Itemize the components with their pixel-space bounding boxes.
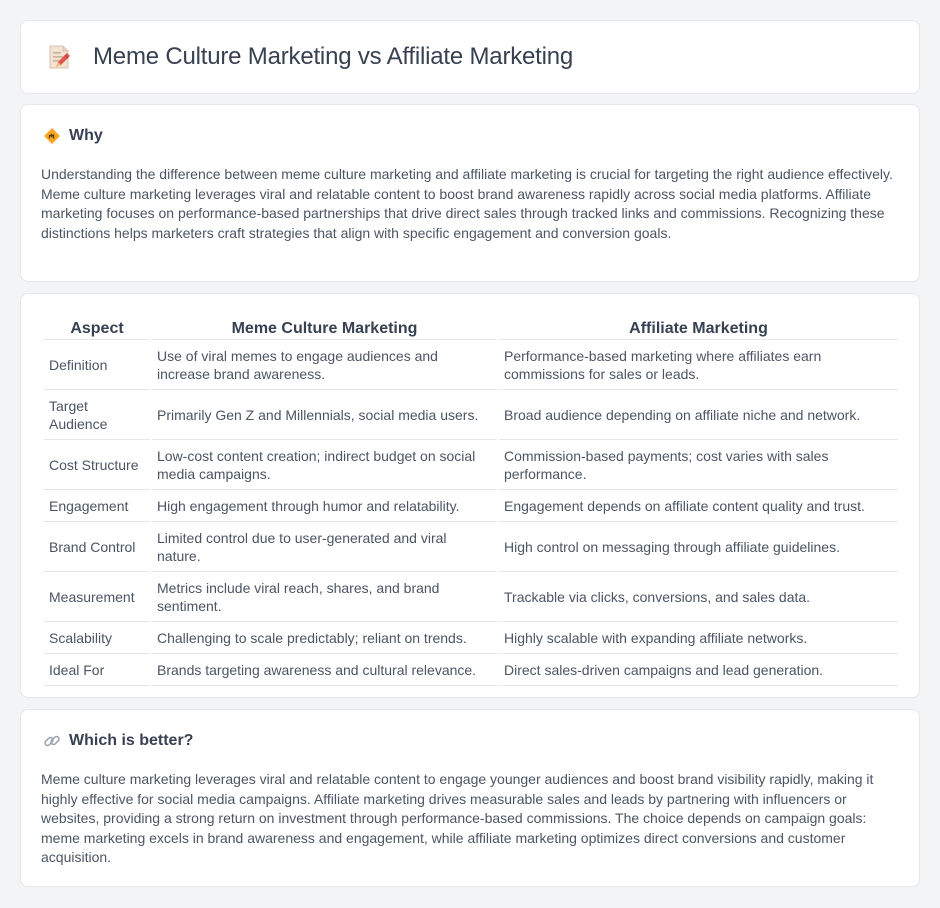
cell-affiliate: Broad audience depending on affiliate ni… [499, 392, 898, 440]
cell-aspect: Engagement [44, 492, 150, 522]
cell-aspect: Target Audience [44, 392, 150, 440]
page-title: Meme Culture Marketing vs Affiliate Mark… [93, 43, 574, 70]
cell-meme: Challenging to scale predictably; relian… [152, 624, 497, 654]
table-row: Target Audience Primarily Gen Z and Mill… [44, 392, 898, 440]
comparison-card: Aspect Meme Culture Marketing Affiliate … [20, 293, 920, 698]
header-meme: Meme Culture Marketing [152, 318, 497, 340]
table-row: Cost Structure Low-cost content creation… [44, 442, 898, 490]
better-body: Meme culture marketing leverages viral a… [41, 771, 874, 866]
table-row: Scalability Challenging to scale predict… [44, 624, 898, 654]
cell-affiliate: High control on messaging through affili… [499, 524, 898, 572]
document-pencil-icon [49, 45, 70, 69]
cell-meme: Brands targeting awareness and cultural … [152, 656, 497, 686]
header-card: Meme Culture Marketing vs Affiliate Mark… [20, 20, 920, 94]
cell-aspect: Ideal For [44, 656, 150, 686]
cell-affiliate: Highly scalable with expanding affiliate… [499, 624, 898, 654]
title-row: Meme Culture Marketing vs Affiliate Mark… [45, 43, 573, 71]
table-row: Definition Use of viral memes to engage … [44, 342, 898, 390]
why-title: Why [69, 127, 103, 144]
cell-meme: Primarily Gen Z and Millennials, social … [152, 392, 497, 440]
cell-affiliate: Engagement depends on affiliate content … [499, 492, 898, 522]
cell-affiliate: Commission-based payments; cost varies w… [499, 442, 898, 490]
road-sign-icon [44, 128, 60, 144]
better-heading: Which is better? [43, 732, 193, 750]
cell-aspect: Definition [44, 342, 150, 390]
table-row: Ideal For Brands targeting awareness and… [44, 656, 898, 686]
cell-meme: Use of viral memes to engage audiences a… [152, 342, 497, 390]
table-row: Measurement Metrics include viral reach,… [44, 574, 898, 622]
which-better-card: Which is better? Meme culture marketing … [20, 709, 920, 887]
cell-meme: Metrics include viral reach, shares, and… [152, 574, 497, 622]
header-aspect: Aspect [44, 318, 150, 340]
table-row: Engagement High engagement through humor… [44, 492, 898, 522]
cell-aspect: Measurement [44, 574, 150, 622]
better-title: Which is better? [69, 732, 194, 749]
header-affiliate: Affiliate Marketing [499, 318, 898, 340]
cell-meme: Limited control due to user-generated an… [152, 524, 497, 572]
cell-aspect: Brand Control [44, 524, 150, 572]
why-card: Why Understanding the difference between… [20, 104, 920, 282]
table-row: Brand Control Limited control due to use… [44, 524, 898, 572]
link-icon [44, 735, 60, 747]
cell-meme: Low-cost content creation; indirect budg… [152, 442, 497, 490]
cell-affiliate: Trackable via clicks, conversions, and s… [499, 574, 898, 622]
why-heading: Why [43, 127, 103, 145]
cell-aspect: Cost Structure [44, 442, 150, 490]
cell-affiliate: Performance-based marketing where affili… [499, 342, 898, 390]
cell-meme: High engagement through humor and relata… [152, 492, 497, 522]
cell-aspect: Scalability [44, 624, 150, 654]
table-header-row: Aspect Meme Culture Marketing Affiliate … [44, 318, 898, 340]
cell-affiliate: Direct sales-driven campaigns and lead g… [499, 656, 898, 686]
why-body: Understanding the difference between mem… [41, 166, 893, 241]
comparison-table: Aspect Meme Culture Marketing Affiliate … [42, 316, 900, 688]
